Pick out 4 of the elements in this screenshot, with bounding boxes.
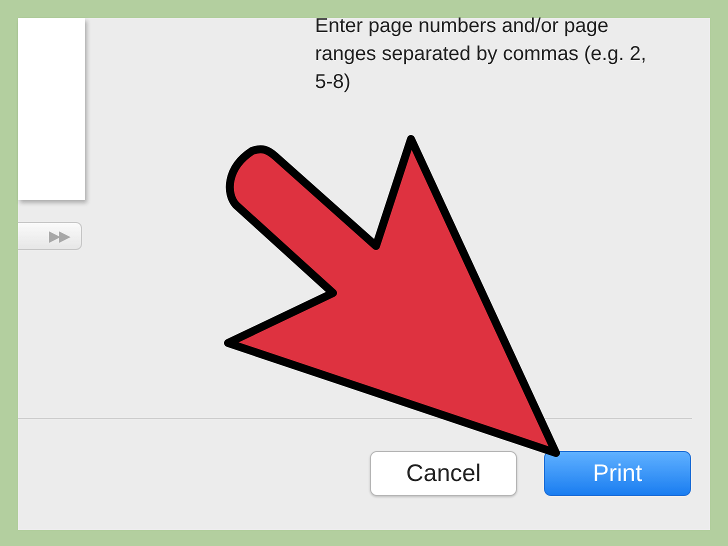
- cancel-button[interactable]: Cancel: [370, 451, 517, 496]
- next-page-button[interactable]: ▶▶: [18, 222, 82, 250]
- print-button[interactable]: Print: [544, 451, 691, 496]
- page-range-hint: Enter page numbers and/or page ranges separated by commas (e.g. 2, 5-8): [315, 14, 648, 95]
